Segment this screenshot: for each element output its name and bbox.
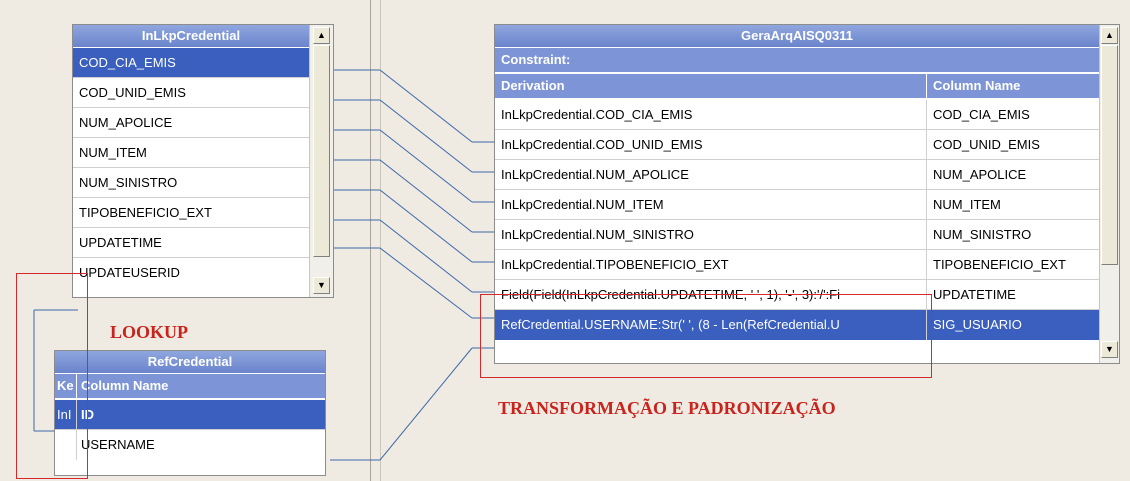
ref-table[interactable]: RefCredential Ke Column Name InI ID USER… (54, 350, 326, 476)
ref-row-name: ID (81, 407, 94, 422)
lookup-table[interactable]: InLkpCredential COD_CIA_EMIS COD_UNID_EM… (72, 24, 334, 298)
table-row[interactable]: InLkpCredential.COD_UNID_EMIS COD_UNID_E… (495, 130, 1099, 160)
scroll-thumb[interactable] (313, 45, 330, 257)
scroll-thumb[interactable] (1101, 45, 1118, 265)
column-name-header[interactable]: Column Name (927, 74, 1099, 98)
table-row[interactable]: InLkpCredential.COD_CIA_EMIS COD_CIA_EMI… (495, 100, 1099, 130)
list-item[interactable]: NUM_SINISTRO (73, 168, 309, 198)
list-item[interactable]: COD_CIA_EMIS (73, 48, 309, 78)
list-item[interactable]: COD_UNID_EMIS (73, 78, 309, 108)
column-cell[interactable]: COD_CIA_EMIS (927, 100, 1099, 129)
target-scrollbar[interactable]: ▲ ▼ (1099, 25, 1119, 363)
target-table-title[interactable]: GeraArqAISQ0311 (495, 25, 1099, 48)
lookup-table-rows: COD_CIA_EMIS COD_UNID_EMIS NUM_APOLICE N… (73, 48, 309, 288)
table-row[interactable]: InI ID (55, 400, 325, 430)
derivation-cell[interactable]: InLkpCredential.NUM_APOLICE (495, 160, 927, 189)
column-cell[interactable]: COD_UNID_EMIS (927, 130, 1099, 159)
ref-col-name[interactable]: Column Name (77, 374, 325, 398)
list-item[interactable]: NUM_ITEM (73, 138, 309, 168)
derivation-cell[interactable]: InLkpCredential.COD_UNID_EMIS (495, 130, 927, 159)
scroll-up-icon[interactable]: ▲ (1101, 27, 1118, 44)
ref-row-name: USERNAME (81, 437, 155, 452)
column-cell[interactable]: UPDATETIME (927, 280, 1099, 309)
lookup-scrollbar[interactable]: ▲ ▼ (309, 25, 333, 297)
ref-table-header: Ke Column Name (55, 374, 325, 400)
scroll-down-icon[interactable]: ▼ (313, 277, 330, 294)
column-cell[interactable]: NUM_ITEM (927, 190, 1099, 219)
table-row[interactable]: InLkpCredential.NUM_APOLICE NUM_APOLICE (495, 160, 1099, 190)
target-table-header: Derivation Column Name (495, 74, 1099, 100)
list-item[interactable]: UPDATEUSERID (73, 258, 309, 288)
derivation-cell[interactable]: InLkpCredential.COD_CIA_EMIS (495, 100, 927, 129)
ref-table-title[interactable]: RefCredential (55, 351, 325, 374)
table-row[interactable]: InLkpCredential.TIPOBENEFICIO_EXT TIPOBE… (495, 250, 1099, 280)
column-cell[interactable]: NUM_SINISTRO (927, 220, 1099, 249)
list-item[interactable]: NUM_APOLICE (73, 108, 309, 138)
lookup-annotation: LOOKUP (110, 322, 189, 342)
scroll-down-icon[interactable]: ▼ (1101, 341, 1118, 358)
lookup-highlight-box (16, 273, 88, 479)
transform-highlight-box (480, 294, 932, 378)
transform-annotation: TRANSFORMAÇÃO E PADRONIZAÇÃO (498, 398, 836, 418)
table-row[interactable]: USERNAME (55, 430, 325, 460)
derivation-cell[interactable]: InLkpCredential.NUM_ITEM (495, 190, 927, 219)
constraint-bar[interactable]: Constraint: (495, 48, 1099, 74)
scroll-up-icon[interactable]: ▲ (313, 27, 330, 44)
table-row[interactable]: InLkpCredential.NUM_SINISTRO NUM_SINISTR… (495, 220, 1099, 250)
derivation-cell[interactable]: InLkpCredential.NUM_SINISTRO (495, 220, 927, 249)
derivation-header[interactable]: Derivation (495, 74, 927, 98)
column-cell[interactable]: TIPOBENEFICIO_EXT (927, 250, 1099, 279)
column-cell[interactable]: SIG_USUARIO (927, 310, 1099, 340)
lookup-table-title[interactable]: InLkpCredential (73, 25, 309, 48)
column-cell[interactable]: NUM_APOLICE (927, 160, 1099, 189)
table-row[interactable]: InLkpCredential.NUM_ITEM NUM_ITEM (495, 190, 1099, 220)
derivation-cell[interactable]: InLkpCredential.TIPOBENEFICIO_EXT (495, 250, 927, 279)
list-item[interactable]: TIPOBENEFICIO_EXT (73, 198, 309, 228)
list-item[interactable]: UPDATETIME (73, 228, 309, 258)
